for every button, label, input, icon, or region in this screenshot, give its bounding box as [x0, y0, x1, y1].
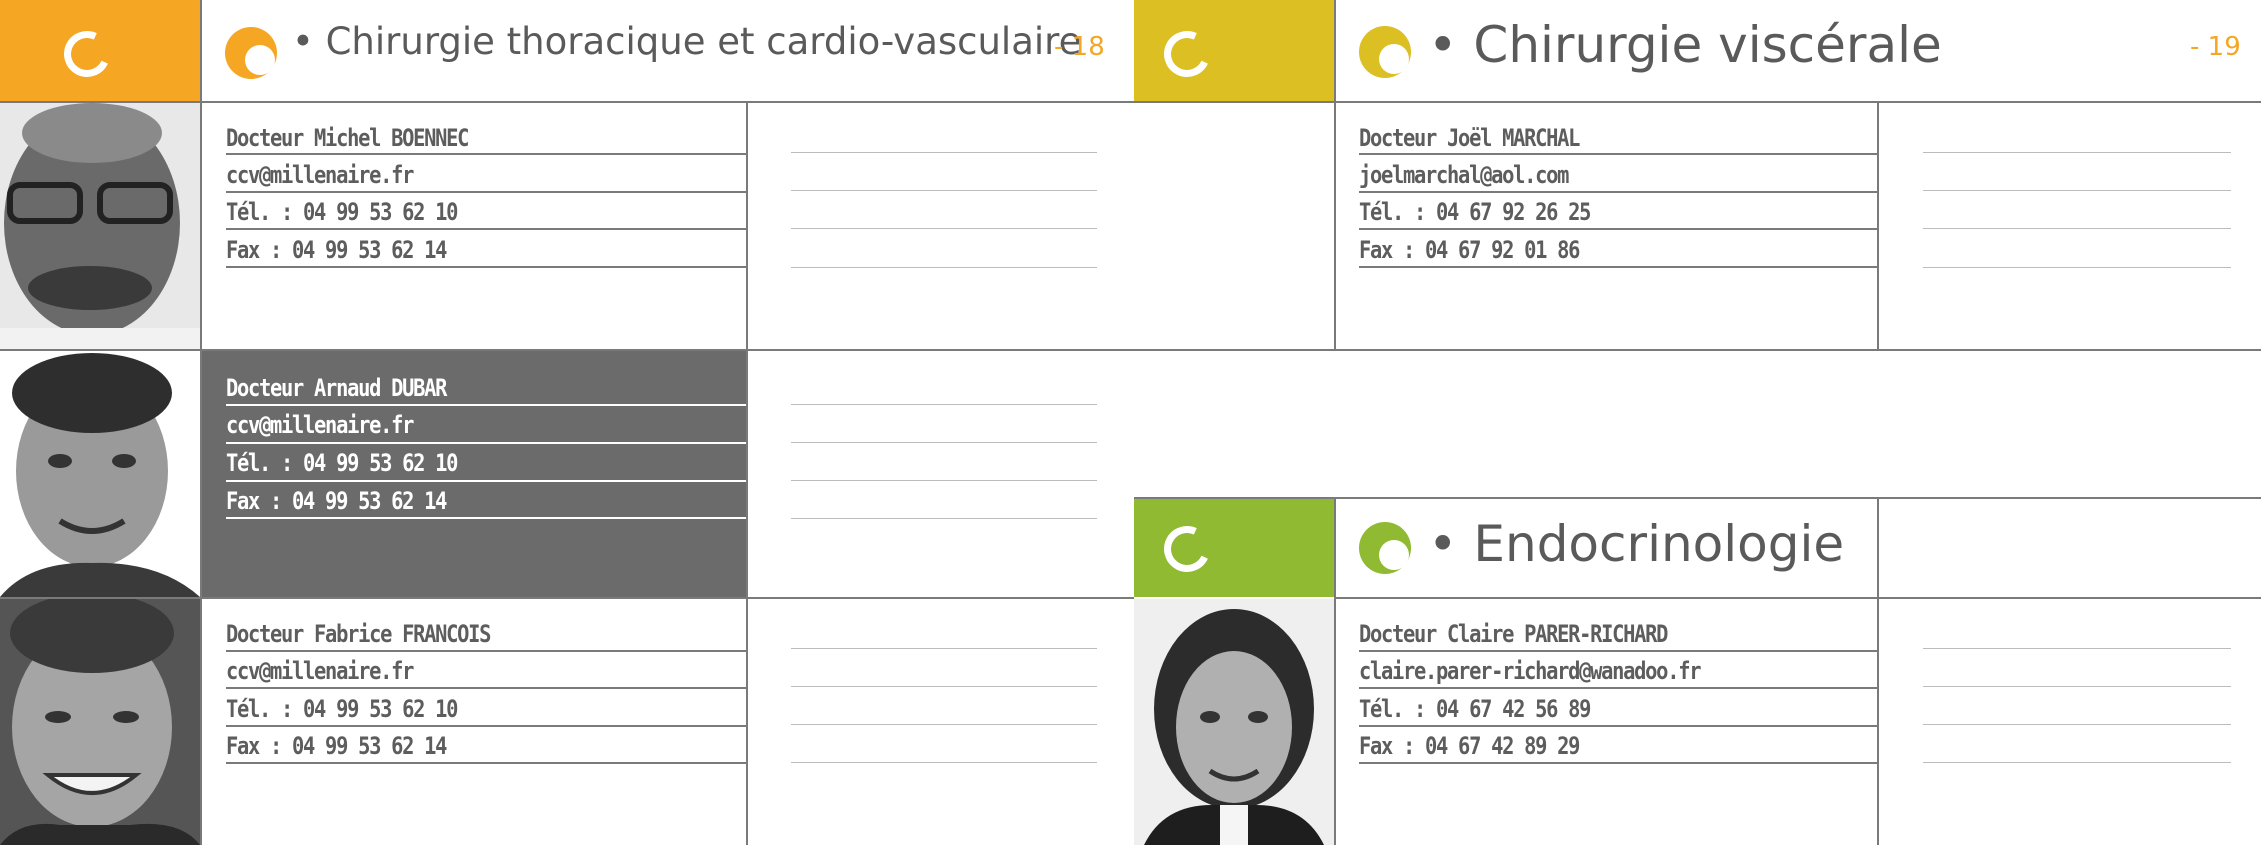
note-line [1923, 267, 2231, 268]
title-text: Chirurgie thoracique et cardio-vasculair… [325, 20, 1082, 63]
doctor-email: ccv@millenaire.fr [226, 657, 414, 685]
endocrino-header-bottom-rule [1336, 597, 2261, 599]
note-line [791, 404, 1097, 405]
note-line [1923, 648, 2231, 649]
right-notes-column-rule-top [1877, 101, 1879, 349]
page-number-right: - 19 [2190, 32, 2241, 62]
doctor-name: Docteur Arnaud DUBAR [226, 374, 447, 402]
left-notes-column-rule [746, 101, 748, 845]
card-rule [1359, 228, 1877, 230]
circle-arc-icon [225, 27, 277, 79]
doctor-name: Docteur Fabrice FRANCOIS [226, 620, 491, 648]
note-line [791, 190, 1097, 191]
title-bullet: • [1428, 515, 1458, 573]
row1-bottom-rule-right [1134, 349, 2261, 351]
circle-arc-icon [1157, 24, 1217, 84]
title-text: Chirurgie viscérale [1473, 16, 1942, 74]
doctor-tel: Tél. : 04 99 53 62 10 [226, 449, 458, 477]
note-line [791, 228, 1097, 229]
card-rule [226, 687, 746, 689]
doctor-tel: Tél. : 04 67 42 56 89 [1359, 695, 1591, 723]
visceral-logo-block [1134, 0, 1334, 101]
page-number-left: - 18 [1054, 32, 1105, 62]
title-bullet: • [292, 20, 314, 63]
doctor-tel: Tél. : 04 99 53 62 10 [226, 198, 458, 226]
note-line [1923, 686, 2231, 687]
title-text: Endocrinologie [1473, 515, 1845, 573]
note-line [791, 518, 1097, 519]
doctor-fax: Fax : 04 67 42 89 29 [1359, 732, 1580, 760]
card-rule [226, 725, 746, 727]
card-rule [226, 517, 746, 519]
doctor-tel: Tél. : 04 99 53 62 10 [226, 695, 458, 723]
card-rule [1359, 266, 1877, 268]
card-rule [1359, 762, 1877, 764]
note-line [791, 442, 1097, 443]
doctor-name: Docteur Michel BOENNEC [226, 124, 469, 152]
photo-claire-parer-richard [1134, 599, 1334, 845]
card-rule [226, 266, 746, 268]
circle-arc-icon [1359, 522, 1411, 574]
doctor-fax: Fax : 04 99 53 62 14 [226, 732, 447, 760]
title-bullet: • [1428, 16, 1458, 74]
doctor-tel: Tél. : 04 67 92 26 25 [1359, 198, 1591, 226]
note-line [791, 480, 1097, 481]
card-rule [226, 480, 746, 482]
doctor-fax: Fax : 04 99 53 62 14 [226, 487, 447, 515]
card-rule [226, 153, 746, 155]
card-rule [226, 191, 746, 193]
note-line [791, 686, 1097, 687]
doctor-email: ccv@millenaire.fr [226, 411, 414, 439]
doctor-fax: Fax : 04 67 92 01 86 [1359, 236, 1580, 264]
note-line [791, 724, 1097, 725]
card-rule [1359, 650, 1877, 652]
header-rule-right [1134, 101, 2261, 103]
card-rule [226, 762, 746, 764]
card-rule [1359, 687, 1877, 689]
note-line [791, 762, 1097, 763]
section-title-endocrino: • Endocrinologie [1428, 515, 1844, 573]
circle-arc-icon [1359, 26, 1411, 78]
note-line [1923, 762, 2231, 763]
right-photo-column-rule-bottom [1334, 497, 1336, 845]
circle-arc-icon [1157, 519, 1217, 579]
doctor-name: Docteur Joël MARCHAL [1359, 124, 1580, 152]
card-rule [1359, 191, 1877, 193]
card-rule [226, 442, 746, 444]
section-title-thoracic: • Chirurgie thoracique et cardio-vascula… [292, 20, 1081, 63]
card-rule [1359, 725, 1877, 727]
thoracic-logo-block [0, 0, 200, 101]
card-rule [1359, 153, 1877, 155]
card-rule [226, 650, 746, 652]
doctor-email: joelmarchal@aol.com [1359, 161, 1569, 189]
photo-michel-boennec [0, 103, 200, 349]
note-line [791, 152, 1097, 153]
doctor-name: Docteur Claire PARER-RICHARD [1359, 620, 1668, 648]
photo-arnaud-dubar [0, 351, 200, 597]
note-line [791, 648, 1097, 649]
note-line [1923, 228, 2231, 229]
circle-arc-icon [57, 24, 117, 84]
note-line [1923, 724, 2231, 725]
card-rule [226, 404, 746, 406]
section-title-visceral: • Chirurgie viscérale [1428, 16, 1942, 74]
endocrino-logo-block [1134, 499, 1334, 597]
note-line [1923, 190, 2231, 191]
photo-fabrice-francois [0, 599, 200, 845]
doctor-fax: Fax : 04 99 53 62 14 [226, 236, 447, 264]
card-rule [226, 228, 746, 230]
right-photo-column-rule-top [1334, 0, 1336, 349]
right-notes-column-rule-bottom [1877, 497, 1879, 845]
doctor-email: ccv@millenaire.fr [226, 161, 414, 189]
note-line [791, 267, 1097, 268]
doctor-email: claire.parer-richard@wanadoo.fr [1359, 657, 1701, 685]
note-line [1923, 152, 2231, 153]
